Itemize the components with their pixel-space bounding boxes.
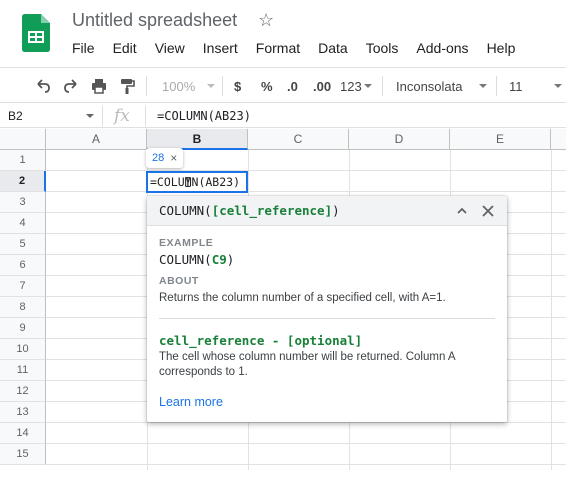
row-header[interactable]: 13: [0, 402, 46, 423]
menu-view[interactable]: View: [146, 38, 194, 58]
zoom-select[interactable]: 100%: [162, 76, 216, 96]
about-text: Returns the column number of a specified…: [159, 292, 446, 304]
column-header-c[interactable]: C: [248, 129, 349, 150]
menu-format[interactable]: Format: [247, 38, 309, 58]
menu-insert[interactable]: Insert: [194, 38, 247, 58]
name-box-value: B2: [8, 109, 23, 123]
paint-format-icon[interactable]: [118, 76, 136, 96]
row-header[interactable]: 12: [0, 381, 46, 402]
toolbar: 100% $ % .0 .00 123 Inconsolata 11: [0, 67, 566, 103]
about-label: ABOUT: [159, 275, 199, 287]
undo-icon[interactable]: [34, 76, 52, 96]
menu-file[interactable]: File: [63, 38, 104, 58]
row-header[interactable]: 3: [0, 192, 46, 213]
row-header[interactable]: 7: [0, 276, 46, 297]
decrease-decimals-button[interactable]: .0: [287, 76, 298, 96]
example-func: COLUMN(: [159, 252, 212, 267]
menu-addons[interactable]: Add-ons: [407, 38, 477, 58]
column-header-a[interactable]: A: [46, 129, 147, 150]
argument-description: The cell whose column number will be ret…: [159, 351, 455, 378]
font-size-select[interactable]: 11: [509, 76, 562, 96]
star-icon[interactable]: ☆: [258, 10, 274, 31]
formula-result-chip[interactable]: 28 ×: [146, 148, 184, 168]
font-size-value: 11: [509, 78, 523, 94]
row-header[interactable]: 4: [0, 213, 46, 234]
function-signature: COLUMN([cell_reference]): [159, 203, 340, 218]
column-header-e[interactable]: E: [450, 129, 551, 150]
learn-more-link[interactable]: Learn more: [159, 395, 223, 409]
row-header[interactable]: 11: [0, 360, 46, 381]
example-label: EXAMPLE: [159, 237, 214, 249]
row-header[interactable]: 15: [0, 444, 46, 465]
more-formats-label: 123: [340, 78, 362, 94]
select-all-corner[interactable]: [0, 129, 46, 150]
function-parameter: [cell_reference]: [211, 203, 333, 218]
formula-result-value: 28: [152, 152, 165, 164]
column-header-d[interactable]: D: [349, 129, 450, 150]
function-name: COLUMN(: [159, 203, 212, 218]
font-family-select[interactable]: Inconsolata: [396, 76, 487, 96]
sheets-logo[interactable]: [22, 14, 50, 52]
name-box[interactable]: B2: [0, 104, 102, 128]
argument-title: cell_reference - [optional]: [159, 333, 363, 348]
formula-bar: B2 fx =COLUMN(AB23): [0, 104, 566, 128]
chevron-up-icon[interactable]: [454, 203, 470, 219]
menu-help[interactable]: Help: [478, 38, 525, 58]
increase-decimals-button[interactable]: .00: [313, 76, 331, 96]
row-header[interactable]: 9: [0, 318, 46, 339]
row-header[interactable]: 14: [0, 423, 46, 444]
divider: [159, 318, 495, 319]
zoom-value: 100%: [162, 78, 196, 94]
row-header[interactable]: 6: [0, 255, 46, 276]
example-formula: COLUMN(C9): [159, 252, 234, 267]
active-cell-editor[interactable]: =COLUMN(AB23): [146, 171, 248, 193]
column-header-f[interactable]: [551, 129, 566, 150]
row-header[interactable]: 1: [0, 150, 46, 171]
fx-icon: fx: [114, 106, 130, 126]
menu-tools[interactable]: Tools: [357, 38, 408, 58]
currency-format-button[interactable]: $: [234, 76, 241, 96]
function-help-header: COLUMN([cell_reference]): [147, 196, 507, 226]
close-icon[interactable]: [480, 203, 496, 219]
print-icon[interactable]: [90, 76, 108, 96]
column-header-b[interactable]: B: [147, 129, 248, 150]
menu-data[interactable]: Data: [309, 38, 357, 58]
redo-icon[interactable]: [62, 76, 80, 96]
row-header[interactable]: 5: [0, 234, 46, 255]
row-header[interactable]: 2: [0, 171, 46, 192]
row-header[interactable]: 8: [0, 297, 46, 318]
function-close-paren: ): [332, 203, 340, 218]
example-arg: C9: [211, 252, 227, 267]
function-help-popup: COLUMN([cell_reference]) EXAMPLE COLUMN(…: [147, 196, 507, 422]
menu-bar: File Edit View Insert Format Data Tools …: [63, 38, 524, 58]
text-cursor-icon: I: [184, 176, 192, 191]
formula-input[interactable]: =COLUMN(AB23): [157, 104, 251, 128]
name-box-chevron-icon: [86, 114, 94, 118]
percent-format-button[interactable]: %: [261, 76, 273, 96]
more-formats-button[interactable]: 123: [340, 76, 372, 96]
close-icon[interactable]: ×: [170, 148, 177, 168]
font-family-value: Inconsolata: [396, 78, 463, 94]
row-header[interactable]: 10: [0, 339, 46, 360]
menu-edit[interactable]: Edit: [104, 38, 146, 58]
document-title[interactable]: Untitled spreadsheet: [72, 10, 237, 31]
example-close: ): [226, 252, 235, 267]
